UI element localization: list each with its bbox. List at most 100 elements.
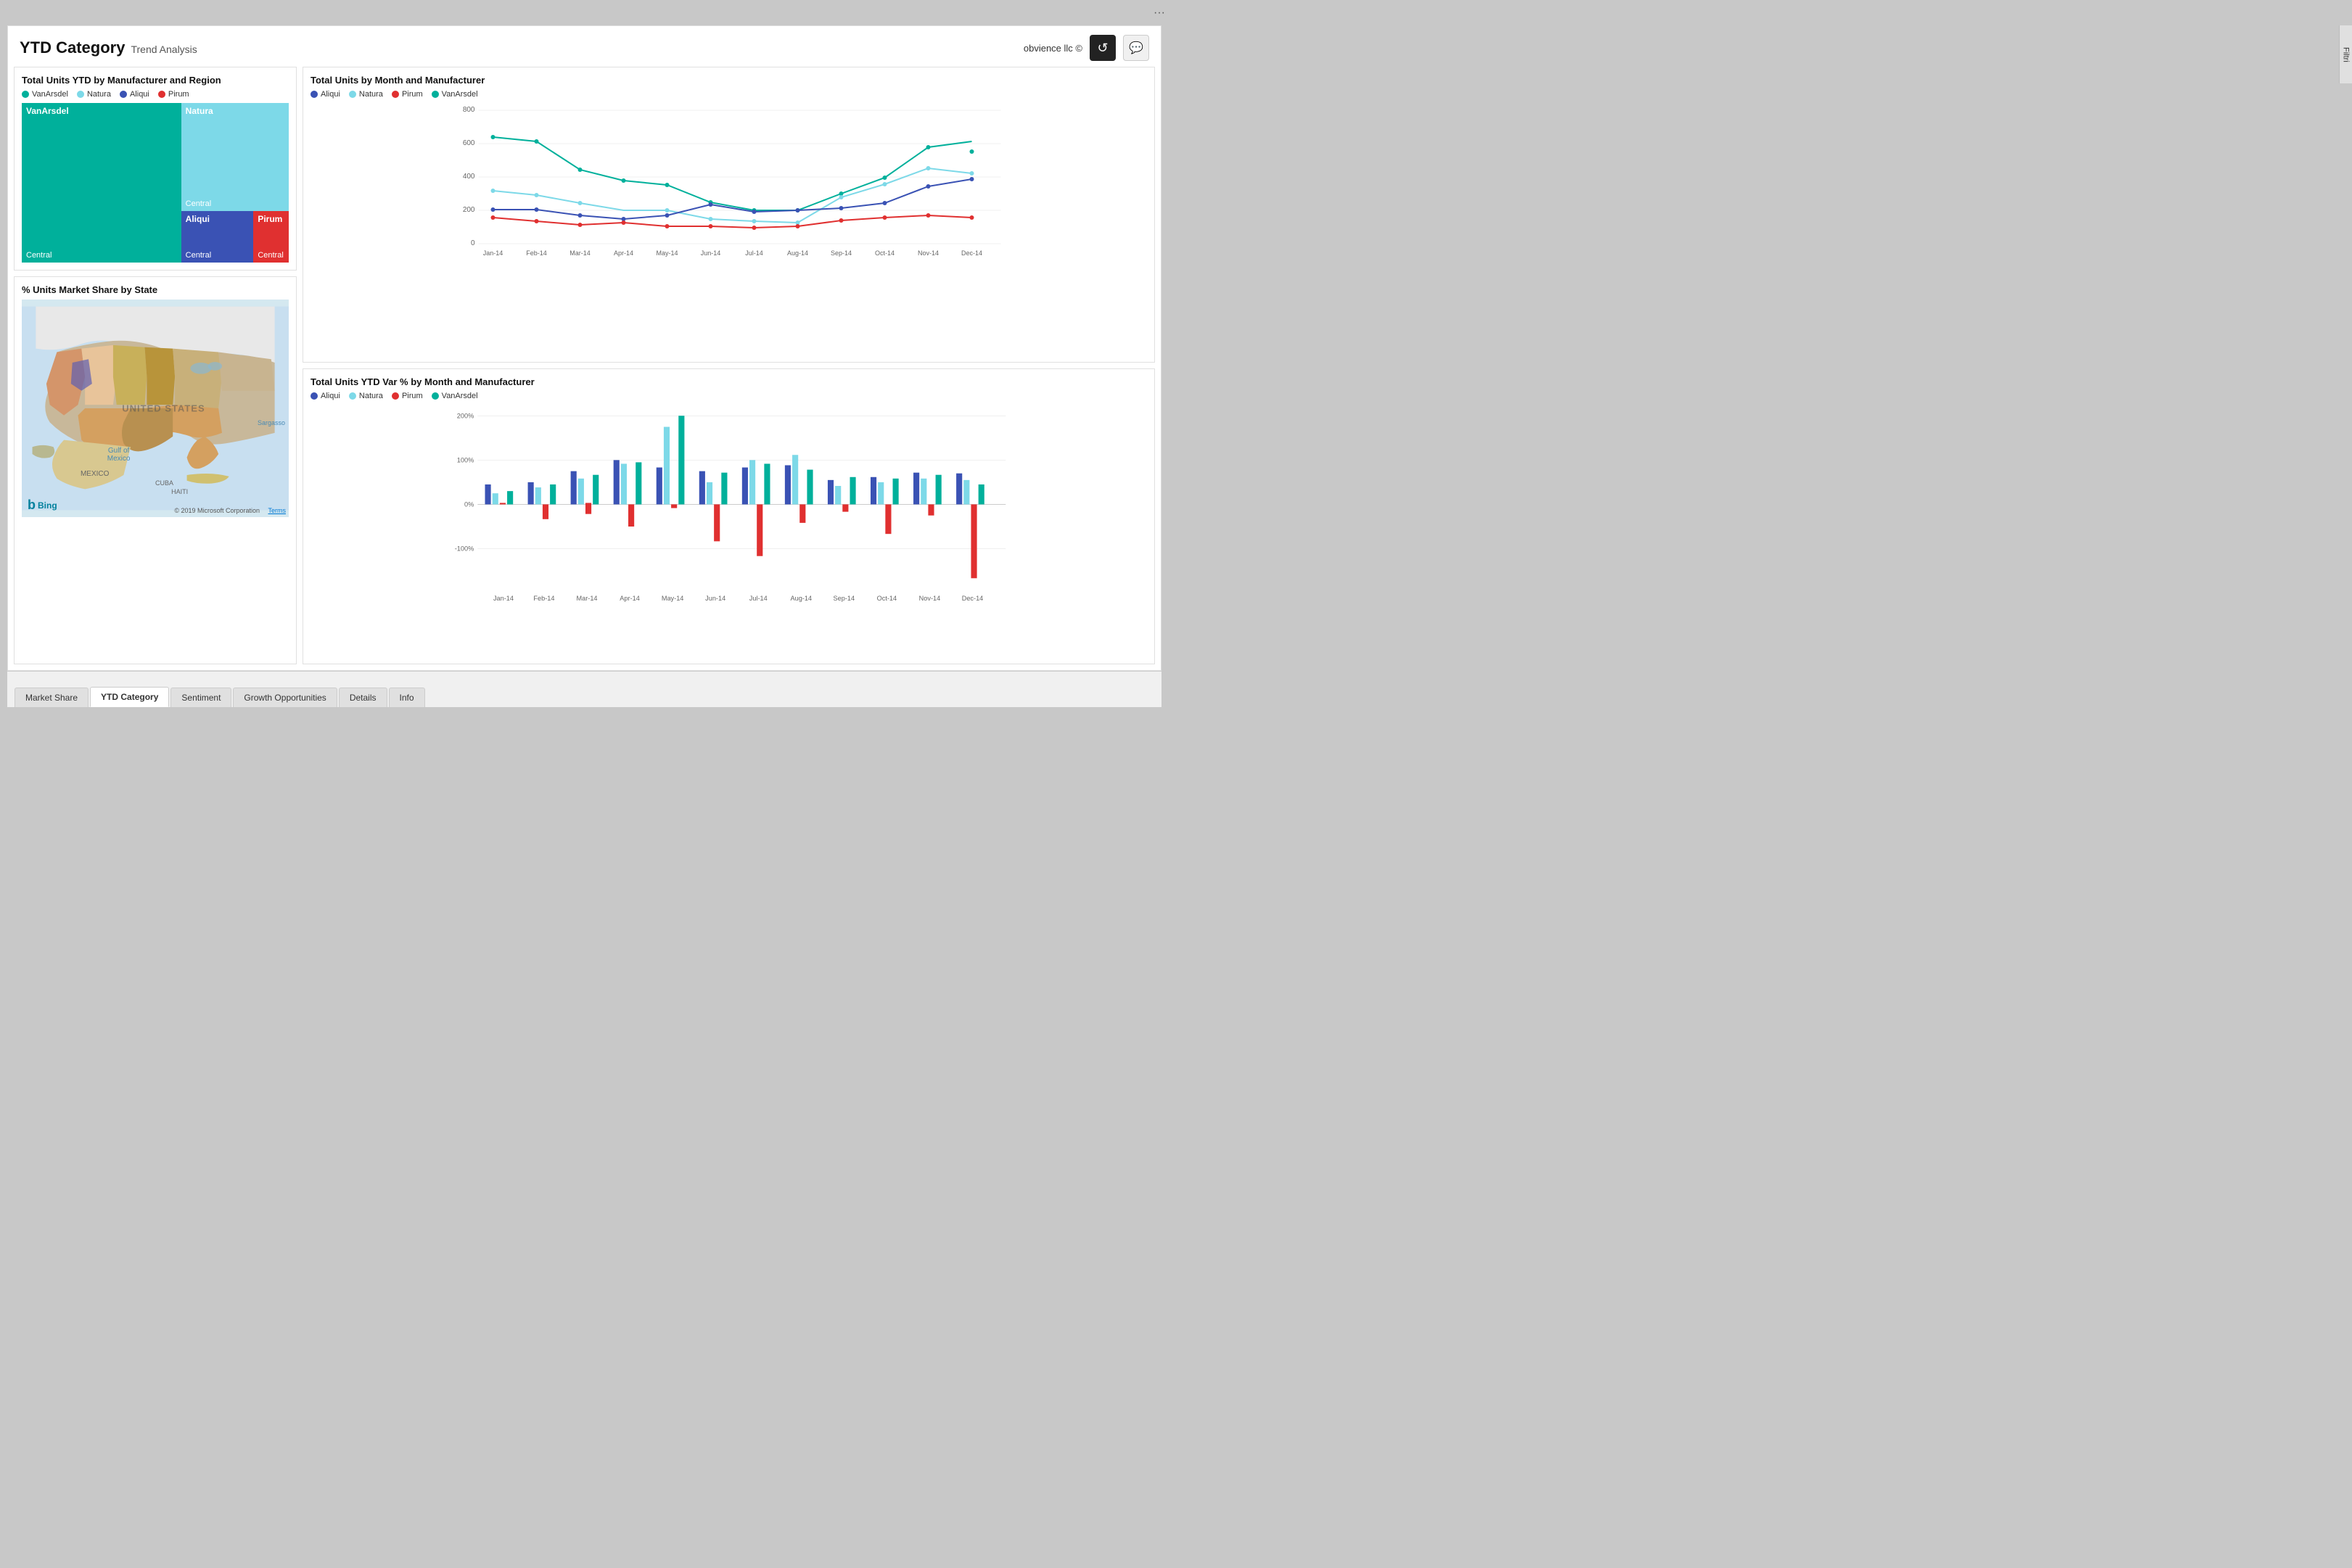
svg-text:Mar-14: Mar-14 (577, 595, 598, 602)
line-chart-panel: Total Units by Month and Manufacturer Al… (303, 67, 1155, 363)
svg-text:400: 400 (463, 173, 475, 181)
pirum-segment-label: Pirum (258, 214, 282, 224)
bc-legend-aliqui: Aliqui (311, 392, 340, 400)
vanarsdel-label: VanArsdel (32, 90, 68, 99)
content-area: Total Units YTD by Manufacturer and Regi… (8, 67, 1161, 670)
tab-sentiment[interactable]: Sentiment (170, 688, 231, 707)
refresh-icon: ↺ (1097, 41, 1108, 56)
map-title: % Units Market Share by State (22, 284, 289, 295)
window-title: YTD Category Trend Analysis (20, 38, 197, 57)
svg-text:600: 600 (463, 139, 475, 147)
map-copyright: © 2019 Microsoft Corporation (174, 507, 260, 514)
svg-text:Sep-14: Sep-14 (834, 595, 855, 602)
lc-legend-aliqui: Aliqui (311, 90, 340, 99)
svg-text:Nov-14: Nov-14 (918, 249, 939, 257)
legend-aliqui: Aliqui (120, 90, 149, 99)
svg-text:Apr-14: Apr-14 (614, 249, 633, 257)
chat-icon: 💬 (1129, 41, 1143, 55)
svg-text:Sep-14: Sep-14 (831, 249, 852, 257)
aliqui-label: Aliqui (130, 90, 149, 99)
line-chart-legend: Aliqui Natura Pirum VanArsdel (311, 90, 1147, 99)
refresh-button[interactable]: ↺ (1090, 35, 1116, 61)
aliqui-region-label: Central (186, 251, 211, 260)
line-chart-title: Total Units by Month and Manufacturer (311, 75, 1147, 86)
map-terms[interactable]: Terms (268, 507, 287, 514)
bottom-tabs-container: Market Share YTD Category Sentiment Grow… (7, 671, 1161, 707)
chat-button[interactable]: 💬 (1123, 35, 1149, 61)
tab-growth-opportunities[interactable]: Growth Opportunities (233, 688, 337, 707)
svg-text:Oct-14: Oct-14 (877, 595, 897, 602)
lc-vanarsdel-dot (432, 91, 439, 98)
svg-text:Jul-14: Jul-14 (749, 595, 768, 602)
filter-tab[interactable]: Filtri (2339, 25, 2352, 83)
treemap-panel: Total Units YTD by Manufacturer and Regi… (14, 67, 297, 271)
bc-legend-pirum: Pirum (392, 392, 423, 400)
aliqui-segment-label: Aliqui (186, 214, 210, 224)
svg-text:Mar-14: Mar-14 (570, 249, 591, 257)
treemap-legend: VanArsdel Natura Aliqui Pirum (22, 90, 289, 99)
tab-info[interactable]: Info (389, 688, 425, 707)
svg-text:0%: 0% (464, 501, 474, 508)
svg-text:800: 800 (463, 106, 475, 114)
treemap-bottom-row: Aliqui Central Pirum Central (181, 211, 289, 263)
lc-legend-natura: Natura (349, 90, 383, 99)
svg-text:Oct-14: Oct-14 (875, 249, 895, 257)
natura-region-label: Central (186, 199, 211, 208)
lc-legend-pirum: Pirum (392, 90, 423, 99)
treemap-vanarsdel-segment[interactable]: VanArsdel Central (22, 103, 181, 263)
vanarsdel-dot (22, 91, 29, 98)
bc-natura-dot (349, 392, 356, 400)
treemap-natura-segment[interactable]: Natura Central (181, 103, 289, 211)
tab-details[interactable]: Details (339, 688, 387, 707)
lc-pirum-dot (392, 91, 399, 98)
svg-text:Nov-14: Nov-14 (919, 595, 941, 602)
svg-text:May-14: May-14 (662, 595, 684, 602)
aliqui-dot (120, 91, 127, 98)
page-title-main: YTD Category (20, 38, 125, 57)
bar-chart-title: Total Units YTD Var % by Month and Manuf… (311, 376, 1147, 387)
svg-text:Dec-14: Dec-14 (962, 595, 984, 602)
treemap-pirum-segment[interactable]: Pirum Central (253, 211, 289, 263)
line-chart-svg: 800 600 400 200 0 Jan-14 Feb-14 (311, 103, 1147, 263)
svg-text:200%: 200% (457, 412, 474, 419)
bar-chart-svg: 200% 100% 0% -100% Jan-14 Feb-14 Mar-14 (311, 405, 1147, 608)
svg-text:Jan-14: Jan-14 (483, 249, 503, 257)
tab-market-share[interactable]: Market Share (15, 688, 89, 707)
natura-segment-label: Natura (186, 106, 213, 116)
top-bar: ··· (0, 0, 1176, 25)
treemap-aliqui-segment[interactable]: Aliqui Central (181, 211, 254, 263)
bar-chart-panel: Total Units YTD Var % by Month and Manuf… (303, 368, 1155, 664)
line-chart-visual[interactable]: 800 600 400 200 0 Jan-14 Feb-14 (311, 103, 1147, 263)
bc-vanarsdel-dot (432, 392, 439, 400)
brand-label: obvience llc © (1024, 43, 1082, 54)
lc-aliqui-dot (311, 91, 318, 98)
pirum-region-label: Central (258, 251, 283, 260)
treemap-right: Natura Central Aliqui Central Pirum (181, 103, 289, 263)
bc-legend-natura: Natura (349, 392, 383, 400)
legend-vanarsdel: VanArsdel (22, 90, 68, 99)
bar-chart-visual[interactable]: 200% 100% 0% -100% Jan-14 Feb-14 Mar-14 (311, 405, 1147, 608)
svg-text:Aug-14: Aug-14 (787, 249, 808, 257)
bar-chart-legend: Aliqui Natura Pirum VanArsdel (311, 392, 1147, 400)
bing-icon: b (28, 498, 36, 513)
tab-ytd-category[interactable]: YTD Category (90, 687, 169, 707)
svg-text:Jun-14: Jun-14 (701, 249, 721, 257)
map-haiti-label: HAITI (171, 488, 188, 495)
lc-legend-vanarsdel: VanArsdel (432, 90, 478, 99)
map-visual[interactable]: UNITED STATES Gulf ofMexico MEXICO Sarga… (22, 300, 289, 517)
treemap-visual[interactable]: VanArsdel Central Natura Central Aliqui … (22, 103, 289, 263)
svg-text:200: 200 (463, 206, 475, 214)
top-bar-dots: ··· (1154, 7, 1165, 20)
map-mexico-label: MEXICO (81, 470, 109, 478)
bing-logo: b Bing (28, 498, 57, 513)
svg-text:Apr-14: Apr-14 (620, 595, 639, 602)
svg-text:Jul-14: Jul-14 (745, 249, 763, 257)
pirum-label: Pirum (168, 90, 189, 99)
vanarsdel-segment-label: VanArsdel (26, 106, 69, 116)
map-cuba-label: CUBA (155, 479, 173, 487)
svg-text:-100%: -100% (455, 545, 474, 553)
map-panel: % Units Market Share by State (14, 276, 297, 664)
map-sargasso-label: Sargasso (258, 419, 285, 426)
lc-natura-dot (349, 91, 356, 98)
main-window: YTD Category Trend Analysis obvience llc… (7, 25, 1161, 671)
